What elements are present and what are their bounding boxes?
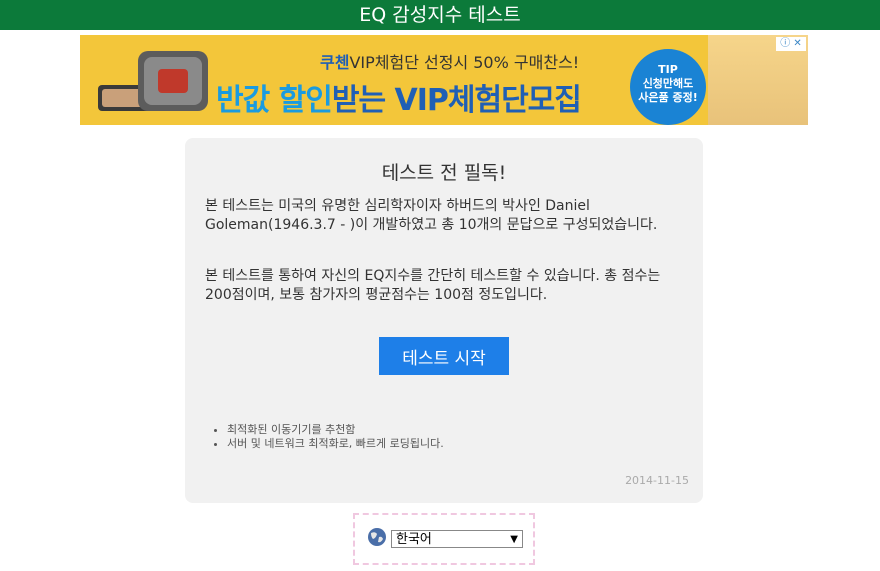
language-selector-box: 한국어 ▼: [353, 513, 535, 565]
language-selected-value: 한국어: [396, 532, 432, 547]
ad-info-close-icon[interactable]: ⓘ ✕: [776, 37, 806, 51]
cooker-product-image: [98, 51, 208, 111]
chevron-down-icon: ▼: [510, 534, 518, 545]
page-title: EQ 감성지수 테스트: [359, 4, 521, 26]
page-header: EQ 감성지수 테스트: [0, 0, 880, 30]
globe-icon: [368, 528, 386, 546]
language-select[interactable]: 한국어 ▼: [391, 530, 523, 548]
ad-headline: 반값 할인받는 VIP체험단모집: [216, 83, 582, 118]
list-item: 서버 및 네트워크 최적화로, 빠르게 로딩됩니다.: [227, 437, 444, 451]
intro-paragraph-1: 본 테스트는 미국의 유명한 심리학자이자 하버드의 박사인 Daniel Go…: [205, 198, 658, 233]
ad-tip-badge: TIP 신청만해도 사은품 증정!: [630, 49, 706, 125]
advertisement-banner[interactable]: 쿠첸VIP체험단 선정시 50% 구매찬스! 반값 할인받는 VIP체험단모집 …: [80, 35, 808, 125]
intro-card: 테스트 전 필독! 본 테스트는 미국의 유명한 심리학자이자 하버드의 박사인…: [185, 138, 703, 503]
card-title: 테스트 전 필독!: [381, 162, 507, 184]
intro-paragraph-2: 본 테스트를 통하여 자신의 EQ지수를 간단히 테스트할 수 있습니다. 총 …: [205, 268, 661, 303]
publish-date: 2014-11-15: [625, 474, 689, 487]
start-test-button[interactable]: 테스트 시작: [379, 337, 509, 375]
list-item: 최적화된 이동기기를 추천함: [227, 423, 444, 437]
ad-subheadline: 쿠첸VIP체험단 선정시 50% 구매찬스!: [320, 53, 580, 72]
notes-list: 최적화된 이동기기를 추천함 서버 및 네트워크 최적화로, 빠르게 로딩됩니다…: [205, 423, 444, 451]
